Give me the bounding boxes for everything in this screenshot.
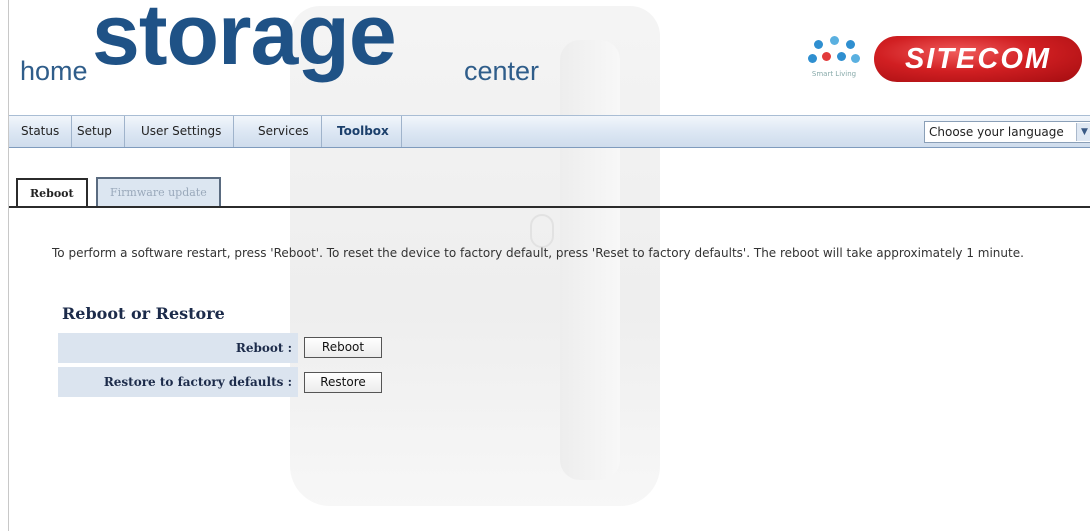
reboot-row-control: Reboot [298,333,388,363]
sitecom-logo: SITECOM [874,36,1082,82]
logo-dot-icon [851,54,860,63]
smart-living-logo: Smart Living [804,36,864,86]
tab-reboot[interactable]: Reboot [16,178,88,208]
reboot-row-label: Reboot : [58,333,298,363]
section-title: Reboot or Restore [62,304,225,323]
logo-dot-icon [846,40,855,49]
device-side-shading [560,40,620,480]
nav-item-status[interactable]: Status [9,116,73,147]
logo-dot-icon [808,54,817,63]
tab-underline [9,206,1090,208]
nav-item-services[interactable]: Services [246,116,322,147]
chevron-down-icon[interactable]: ▼ [1076,123,1090,141]
reboot-button[interactable]: Reboot [304,337,382,358]
logo-home-text: home [20,56,88,86]
restore-row-label: Restore to factory defaults : [58,367,298,397]
nav-item-user-settings[interactable]: User Settings [129,116,235,147]
language-select[interactable]: Choose your language ▼ [924,121,1090,143]
device-power-button-image [530,214,554,248]
smart-living-text: Smart Living [811,70,857,78]
reboot-description: To perform a software restart, press 'Re… [52,246,1024,260]
home-storage-center-logo: home storage center [18,0,578,86]
logo-dot-icon [814,40,823,49]
restore-button[interactable]: Restore [304,372,382,393]
nav-item-toolbox[interactable]: Toolbox [325,116,402,147]
restore-row-control: Restore [298,367,388,397]
logo-storage-text: storage [92,0,397,83]
language-select-value: Choose your language [929,125,1064,139]
nav-item-setup[interactable]: Setup [65,116,125,147]
tab-firmware-update[interactable]: Firmware update [96,177,221,206]
logo-dot-icon [837,52,846,61]
logo-dot-icon [822,52,831,61]
logo-dot-icon [830,36,839,45]
main-nav-bar: Status Setup User Settings Services Tool… [9,115,1090,148]
logo-center-text: center [464,56,540,86]
